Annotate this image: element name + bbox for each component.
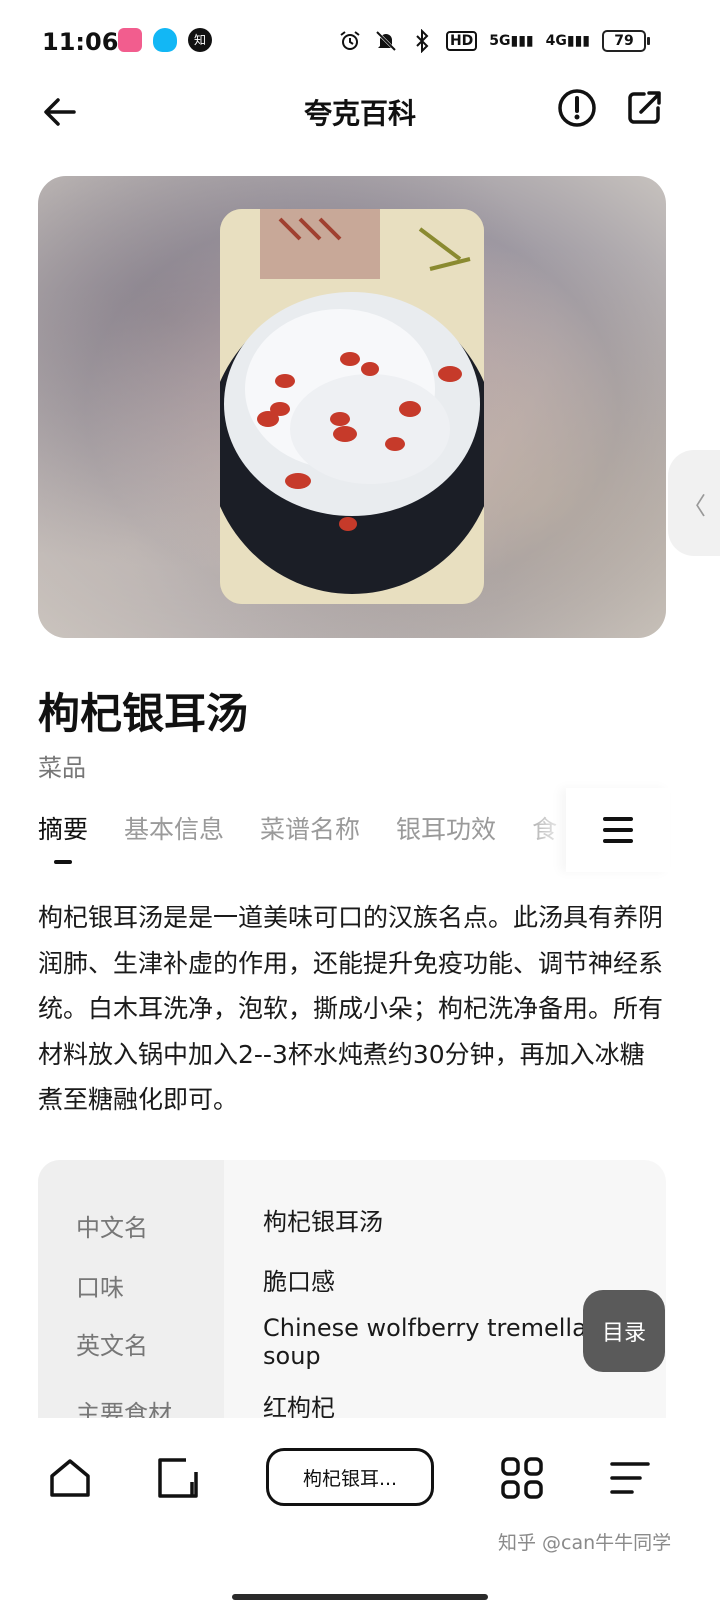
page-title: 夸克百科 bbox=[303, 97, 416, 130]
basic-info-table: 中文名 枸杞银耳汤 口味 脆口感 英文名 Chinese wolfberry t… bbox=[38, 1160, 666, 1418]
bluetooth-icon bbox=[416, 29, 429, 53]
home-button[interactable] bbox=[48, 1456, 92, 1500]
info-value: 红枸杞 bbox=[263, 1394, 335, 1418]
entry-title: 枸杞银耳汤 bbox=[38, 689, 249, 738]
signal-5g-label: 5G bbox=[489, 33, 511, 49]
info-value: 枸杞银耳汤 bbox=[263, 1208, 383, 1236]
qq-notification-icon bbox=[153, 28, 177, 52]
info-key-column bbox=[38, 1160, 224, 1418]
hamburger-menu-icon bbox=[603, 817, 633, 843]
tab-summary[interactable]: 摘要 bbox=[38, 810, 88, 864]
toc-float-button[interactable]: 目录 bbox=[583, 1290, 665, 1372]
entry-category: 菜品 bbox=[38, 754, 86, 782]
section-tabs: 摘要基本信息菜谱名称银耳功效食 bbox=[38, 810, 568, 870]
share-icon bbox=[628, 91, 661, 124]
grid-icon bbox=[501, 1457, 543, 1499]
watermark: 知乎 @can牛牛同学 bbox=[498, 1532, 672, 1554]
menu-lines-icon bbox=[610, 1462, 650, 1494]
bottom-nav: 枸杞银耳... 知乎 @can牛牛同学 bbox=[0, 1418, 720, 1610]
apps-button[interactable] bbox=[500, 1456, 544, 1500]
tab-basic-info[interactable]: 基本信息 bbox=[124, 810, 224, 846]
dish-photo[interactable] bbox=[220, 209, 484, 604]
alarm-icon bbox=[340, 31, 360, 50]
zhihu-notification-icon: 知 bbox=[188, 28, 212, 52]
menu-button[interactable] bbox=[608, 1456, 652, 1500]
summary-text: 枸杞银耳汤是是一道美味可口的汉族名点。此汤具有养阴润肺、生津补虚的作用，还能提升… bbox=[38, 903, 664, 1114]
home-icon bbox=[50, 1459, 90, 1497]
share-button[interactable] bbox=[622, 86, 666, 130]
info-value: 脆口感 bbox=[263, 1268, 335, 1296]
info-key: 口味 bbox=[76, 1274, 124, 1302]
mute-icon bbox=[375, 30, 396, 52]
battery-indicator: 79 bbox=[602, 30, 650, 52]
alert-circle-icon bbox=[558, 89, 596, 127]
current-page-pill[interactable]: 枸杞银耳... bbox=[266, 1448, 434, 1506]
chevron-left-icon: 〈 bbox=[682, 491, 706, 520]
top-nav: 夸克百科 bbox=[0, 86, 720, 172]
status-time: 11:06 bbox=[42, 28, 119, 56]
signal-4g-label: 4G bbox=[545, 33, 567, 49]
tab-recipe-name[interactable]: 菜谱名称 bbox=[260, 810, 360, 846]
tabs-menu-button[interactable] bbox=[566, 788, 670, 872]
soup-bowl-illustration bbox=[220, 209, 484, 604]
hero-image-card[interactable] bbox=[38, 176, 666, 638]
hd-badge: HD bbox=[445, 31, 478, 51]
bilibili-notification-icon bbox=[118, 28, 142, 52]
info-key: 英文名 bbox=[76, 1332, 148, 1360]
tabs-fade bbox=[520, 800, 570, 870]
tabs-icon bbox=[158, 1458, 198, 1498]
side-drawer-handle[interactable]: 〈 bbox=[668, 450, 720, 556]
info-value: Chinese wolfberry tremella soup bbox=[263, 1314, 587, 1370]
home-indicator[interactable] bbox=[232, 1594, 488, 1600]
report-button[interactable] bbox=[555, 86, 599, 130]
info-key: 中文名 bbox=[76, 1214, 148, 1242]
info-key: 主要食材 bbox=[76, 1400, 172, 1418]
tabs-button[interactable] bbox=[156, 1456, 200, 1500]
signal-4g-icon: 4G▮▮▮ bbox=[545, 33, 590, 49]
tab-tremella-benefits[interactable]: 银耳功效 bbox=[396, 810, 496, 846]
status-bar: 11:06 知 HD 5G▮▮▮ 4G▮▮▮ 79 bbox=[0, 0, 720, 86]
signal-5g-icon: 5G▮▮▮ bbox=[489, 33, 534, 49]
